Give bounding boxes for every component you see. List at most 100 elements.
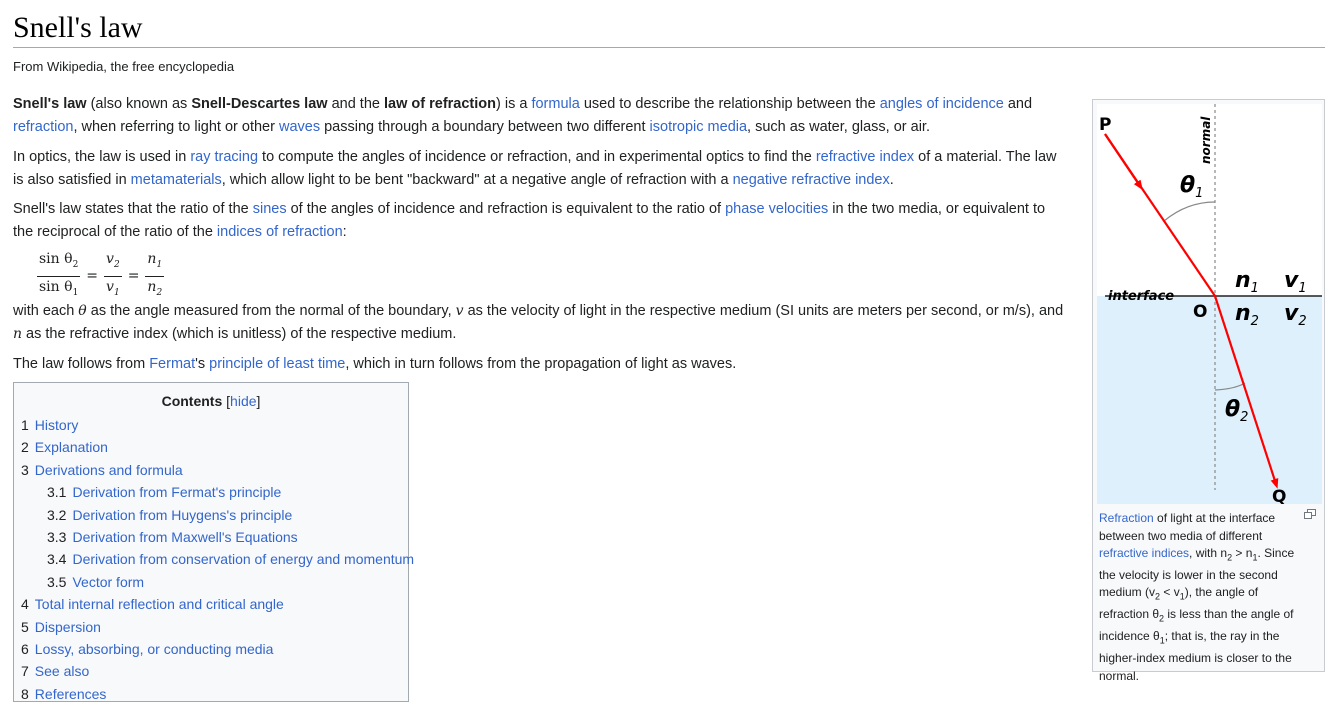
v-sub: 2 <box>1298 314 1306 329</box>
toc-item-link[interactable]: Explanation <box>35 439 108 455</box>
toc-item[interactable]: 5 Dispersion <box>21 617 101 637</box>
toc-item[interactable]: 3.2 Derivation from Huygens's principle <box>47 505 292 525</box>
toc-item-number: 7 <box>21 663 29 680</box>
refraction-diagram[interactable]: P Q O normal interface θ1 θ2 n1 v1 n2 v2 <box>1097 104 1322 504</box>
title-divider <box>13 47 1325 48</box>
link-metamaterials[interactable]: metamaterials <box>131 172 222 188</box>
fermat-paragraph: The law follows from Fermat's principle … <box>13 353 1069 376</box>
text: , with n <box>1189 546 1228 560</box>
text: , when referring to light or other <box>73 119 279 135</box>
text: used to describe the relationship betwee… <box>579 96 880 112</box>
link-angles-of-incidence[interactable]: angles of incidence <box>880 96 1004 112</box>
toc-item-link[interactable]: Derivations and formula <box>35 462 183 478</box>
formula-text: v <box>106 278 114 295</box>
n-glyph: n <box>1235 301 1251 326</box>
formula-sub: 1 <box>113 287 120 298</box>
toc-item-link[interactable]: History <box>35 417 79 433</box>
toc-heading: Contents <box>161 393 223 409</box>
text: passing through a boundary between two d… <box>320 119 650 135</box>
theta-glyph: θ <box>1225 397 1240 422</box>
text: < v <box>1160 585 1180 600</box>
text: 's <box>195 356 210 372</box>
link-principle-of-least-time[interactable]: principle of least time <box>209 356 345 372</box>
toc-item-link[interactable]: References <box>35 686 107 702</box>
link-refraction-caption[interactable]: Refraction <box>1099 511 1154 525</box>
text: as the angle measured from the normal of… <box>86 303 456 319</box>
link-refraction[interactable]: refraction <box>13 119 73 135</box>
formula-text: v <box>106 251 114 267</box>
toc-item-number: 3.1 <box>47 484 67 501</box>
bracket: [ <box>222 393 231 409</box>
link-formula[interactable]: formula <box>531 96 579 112</box>
text: ) is a <box>496 96 532 112</box>
toc-item[interactable]: 3.1 Derivation from Fermat's principle <box>47 482 281 502</box>
link-sines[interactable]: sines <box>253 201 287 217</box>
text: > n <box>1232 546 1253 560</box>
toc-item-number: 3.3 <box>47 529 67 545</box>
text: with each <box>13 303 79 319</box>
page-title: Snell's law <box>13 11 143 44</box>
label-q: Q <box>1272 487 1286 504</box>
lower-medium <box>1097 296 1322 504</box>
equals-sign: = <box>86 268 99 285</box>
toc-hide-toggle[interactable]: hide <box>230 393 256 409</box>
toc-item-number: 2 <box>21 439 29 456</box>
toc-item[interactable]: 3.5 Vector form <box>47 572 144 592</box>
link-fermat[interactable]: Fermat <box>149 356 195 372</box>
theta-sub: 2 <box>1240 410 1248 425</box>
snell-formula: sin θ2 sin θ1 = v2 v1 = n1 n2 <box>37 251 165 302</box>
toc-item-link[interactable]: Derivation from Huygens's principle <box>72 507 292 523</box>
toc-item[interactable]: 3.3 Derivation from Maxwell's Equations <box>47 527 298 547</box>
label-p: P <box>1099 115 1111 135</box>
text: and <box>1003 96 1033 112</box>
figure-caption: Refraction of light at the interface bet… <box>1099 510 1311 685</box>
n-sub: 2 <box>1251 314 1259 329</box>
link-refractive-indices[interactable]: refractive indices <box>1099 546 1189 560</box>
toc-item-link[interactable]: Dispersion <box>35 619 101 635</box>
refraction-figure: P Q O normal interface θ1 θ2 n1 v1 n2 v2… <box>1092 99 1325 683</box>
bracket: ] <box>256 393 261 409</box>
formula-sub: 1 <box>72 287 79 298</box>
text: to compute the angles of incidence or re… <box>258 149 816 165</box>
toc-item-link[interactable]: Lossy, absorbing, or conducting media <box>35 641 274 657</box>
toc-item-link[interactable]: Derivation from Fermat's principle <box>72 484 281 500</box>
toc-item[interactable]: 3.4 Derivation from conservation of energ… <box>47 549 414 569</box>
link-phase-velocities[interactable]: phase velocities <box>725 201 828 217</box>
formula-sub: 2 <box>113 259 120 270</box>
text: of the angles of incidence and refractio… <box>286 201 726 217</box>
text: , which in turn follows from the propaga… <box>345 356 737 372</box>
toc-item[interactable]: 6 Lossy, absorbing, or conducting media <box>21 639 273 659</box>
toc-item-link[interactable]: Derivation from Maxwell's Equations <box>72 529 297 545</box>
link-ray-tracing[interactable]: ray tracing <box>190 149 258 165</box>
math-v: v <box>455 303 464 319</box>
link-isotropic-media[interactable]: isotropic media <box>650 119 748 135</box>
text: , which allow light to be bent "backward… <box>221 172 733 188</box>
fraction-velocity: v2 v1 <box>104 251 122 302</box>
text: and the <box>327 96 384 112</box>
toc-item[interactable]: 2 Explanation <box>21 437 108 457</box>
link-indices-of-refraction[interactable]: indices of refraction <box>217 224 343 240</box>
toc-item[interactable]: 8 References <box>21 684 106 704</box>
toc-item-link[interactable]: Derivation from conservation of energy a… <box>72 551 414 567</box>
toc-item-link[interactable]: See also <box>35 663 89 679</box>
toc-item-link[interactable]: Total internal reflection and critical a… <box>35 596 284 612</box>
toc-item[interactable]: 1 History <box>21 415 78 435</box>
theta-sub: 1 <box>1195 186 1203 201</box>
toc-item-number: 6 <box>21 641 29 657</box>
link-refractive-index[interactable]: refractive index <box>816 149 914 165</box>
n-sub: 1 <box>1251 281 1259 296</box>
site-tagline: From Wikipedia, the free encyclopedia <box>13 59 235 74</box>
link-waves[interactable]: waves <box>279 119 320 135</box>
formula-sub: 2 <box>72 259 79 270</box>
math-n: n <box>13 326 23 342</box>
link-negative-refractive-index[interactable]: negative refractive index <box>733 172 890 188</box>
formula-text: sin θ <box>39 278 73 295</box>
n-glyph: n <box>1235 268 1251 293</box>
toc-item[interactable]: 7 See also <box>21 661 89 681</box>
toc-item-link[interactable]: Vector form <box>72 574 144 590</box>
toc-item[interactable]: 3 Derivations and formula <box>21 460 183 480</box>
toc-item[interactable]: 4 Total internal reflection and critical … <box>21 594 284 614</box>
text: In optics, the law is used in <box>13 149 191 165</box>
v-glyph: v <box>1284 301 1299 326</box>
text: . <box>889 172 894 188</box>
